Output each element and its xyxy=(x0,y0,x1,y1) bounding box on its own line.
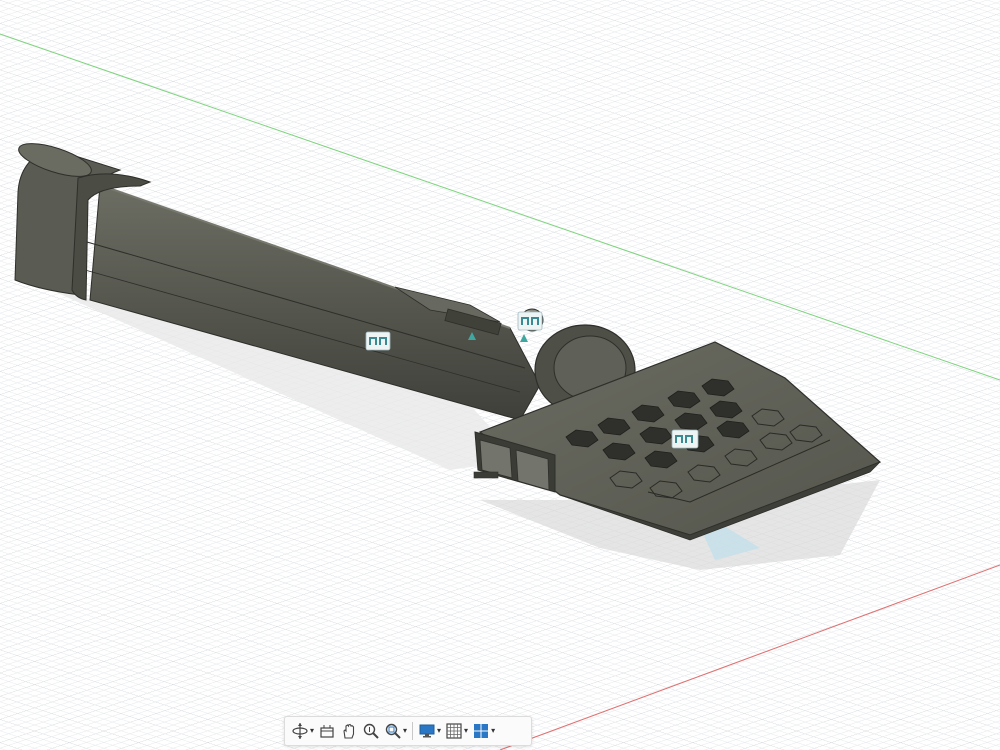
joint-marker-2[interactable] xyxy=(517,311,543,331)
fit-button[interactable]: ▾ xyxy=(382,719,409,743)
chevron-down-icon: ▾ xyxy=(310,726,315,735)
orbit-button[interactable]: ▾ xyxy=(289,719,316,743)
zoom-window-icon xyxy=(385,723,401,739)
pan-button[interactable] xyxy=(338,719,360,743)
chevron-down-icon: ▾ xyxy=(464,726,469,735)
canvas-viewport[interactable] xyxy=(0,0,1000,750)
navigation-toolbar: ▾ ▾ ▾ ▾ ▾ xyxy=(284,716,532,746)
viewports-icon xyxy=(474,724,489,738)
grid-icon xyxy=(446,723,462,739)
viewports-button[interactable]: ▾ xyxy=(470,719,497,743)
joint-marker-1[interactable] xyxy=(365,331,391,351)
look-at-icon xyxy=(320,725,334,738)
orbit-icon xyxy=(292,723,308,739)
toolbar-divider xyxy=(412,722,414,740)
grid-and-snaps-button[interactable]: ▾ xyxy=(443,719,470,743)
zoom-icon xyxy=(363,723,379,739)
joint-marker-3[interactable] xyxy=(671,429,699,449)
display-monitor-icon xyxy=(419,724,435,738)
look-at-button[interactable] xyxy=(316,719,338,743)
display-settings-button[interactable]: ▾ xyxy=(416,719,443,743)
chevron-down-icon: ▾ xyxy=(403,726,408,735)
zoom-button[interactable] xyxy=(360,719,382,743)
pan-hand-icon xyxy=(343,723,355,739)
chevron-down-icon: ▾ xyxy=(437,726,442,735)
chevron-down-icon: ▾ xyxy=(491,726,496,735)
